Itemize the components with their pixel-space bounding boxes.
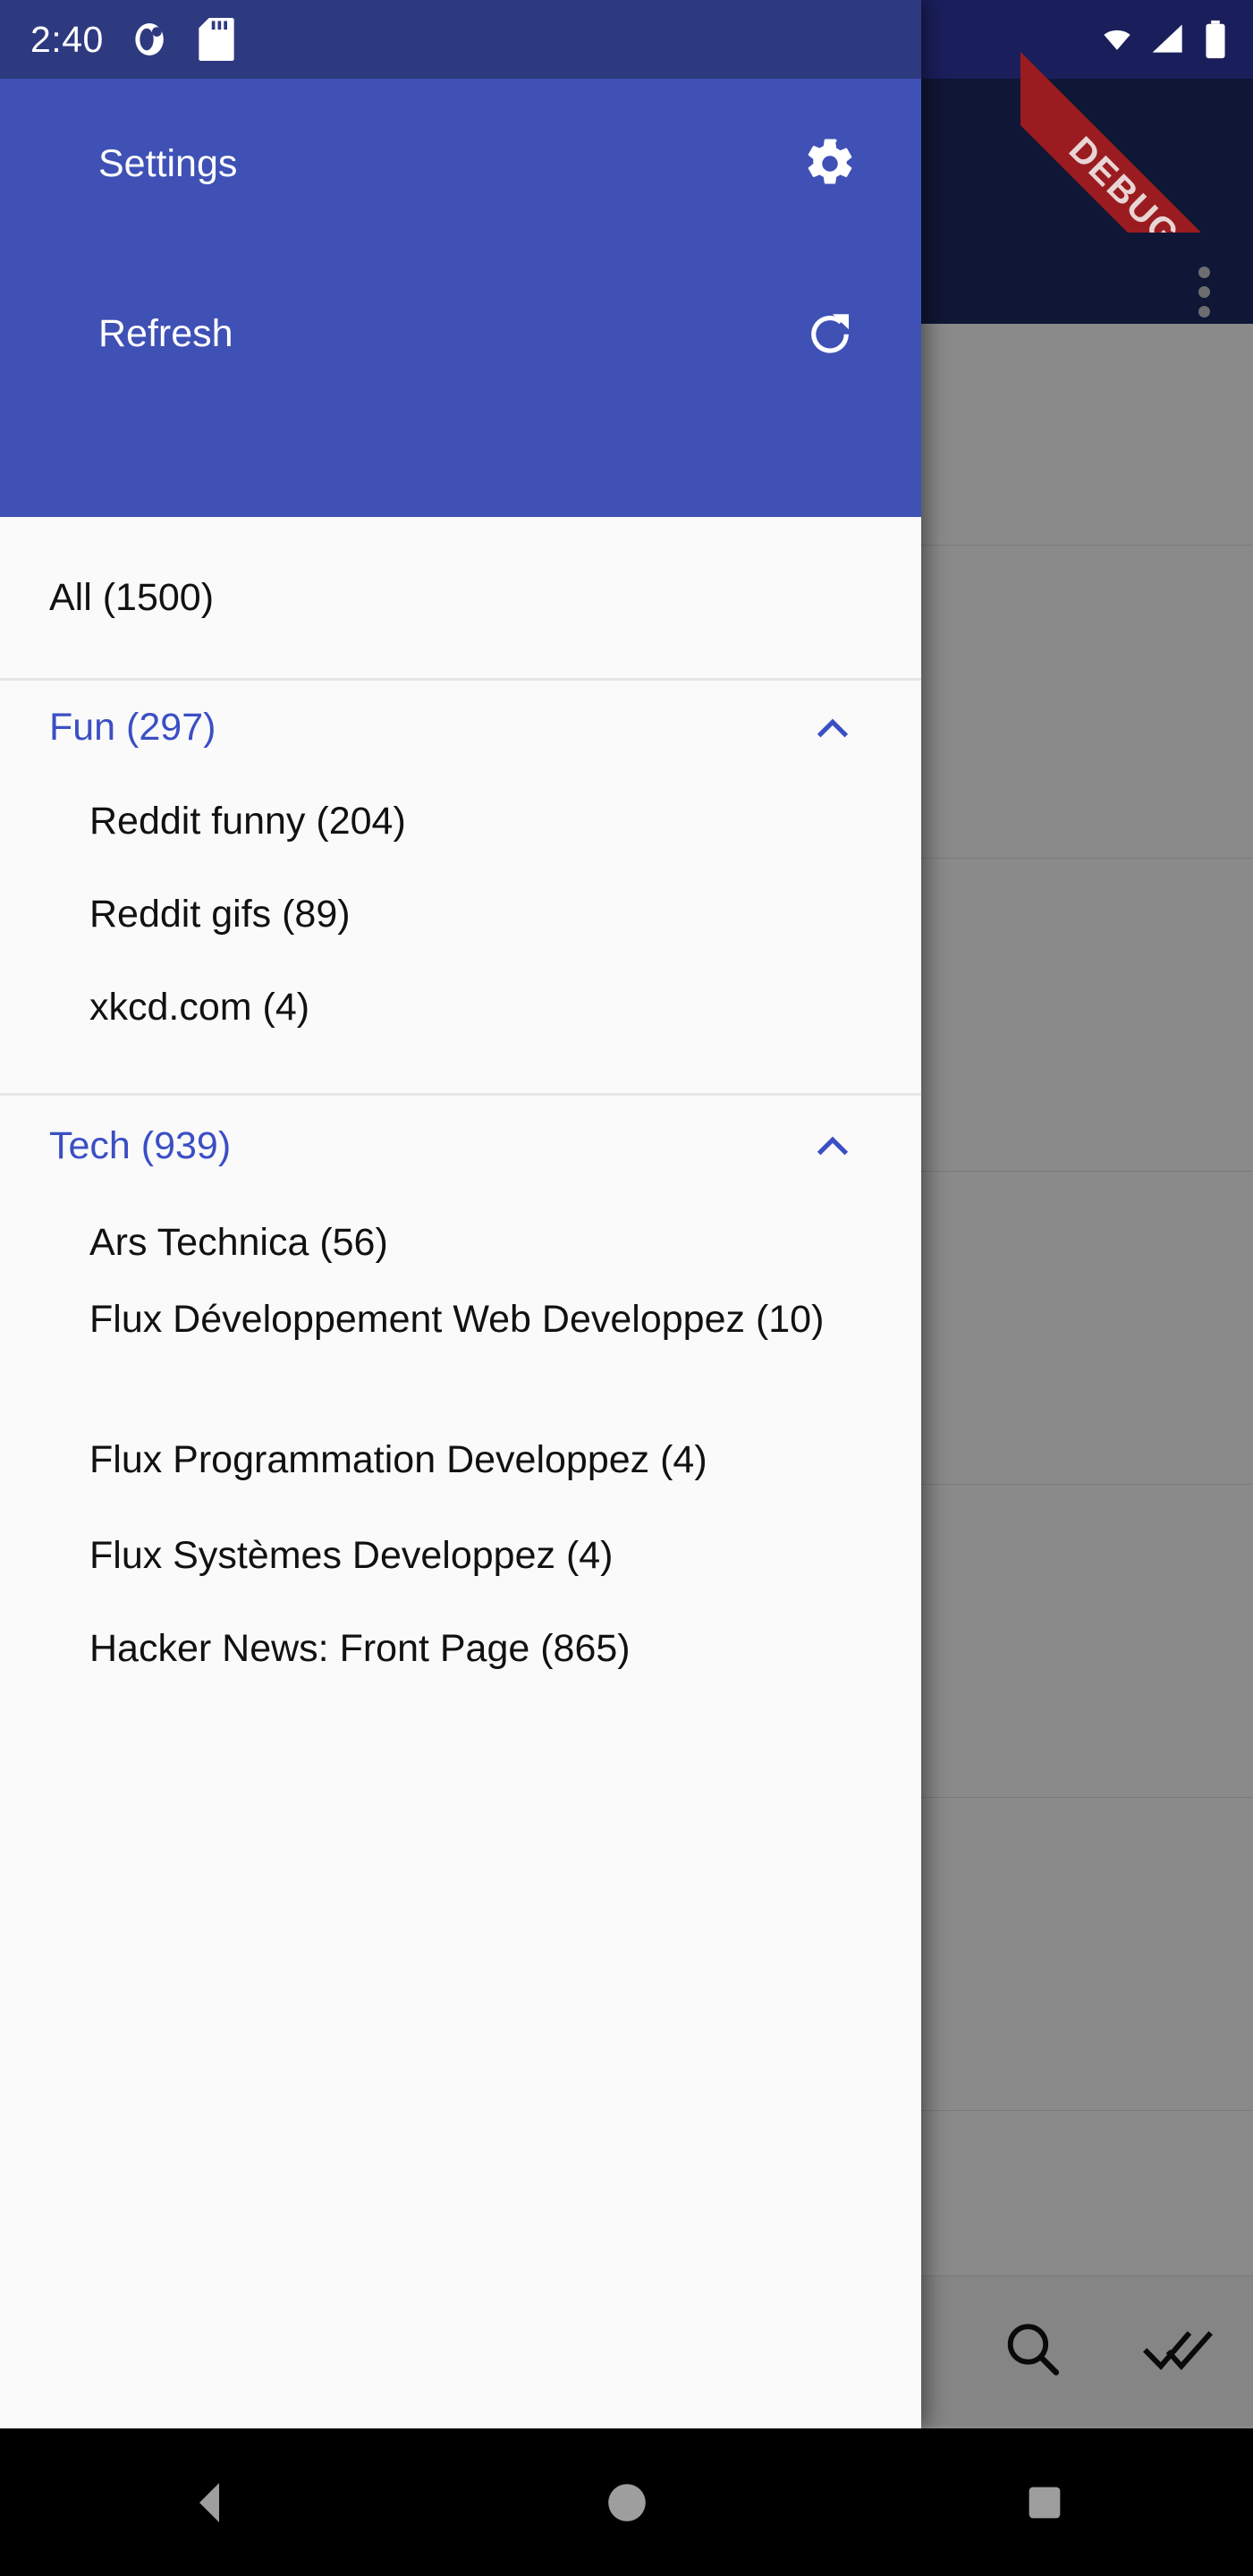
drawer-feed-ars-technica[interactable]: Ars Technica (56) (0, 1196, 921, 1289)
chevron-up-icon[interactable] (809, 1122, 857, 1170)
drawer-spacer (0, 1054, 921, 1093)
drawer-feed-xkcd[interactable]: xkcd.com (4) (0, 961, 921, 1054)
drawer-feed-label: Reddit funny (204) (89, 799, 406, 843)
sd-card-icon (199, 18, 234, 61)
double-check-icon[interactable] (1143, 2313, 1215, 2389)
drawer-group-fun[interactable]: Fun (297) (0, 681, 921, 775)
drawer-header: Settings Refresh (0, 79, 921, 517)
drawer-feed-flux-developpement-web[interactable]: Flux Développement Web Developpez (10) (0, 1289, 921, 1411)
drawer-feed-label: Flux Programmation Developpez (4) (89, 1437, 707, 1481)
drawer-feed-label: Flux Développement Web Developpez (10) (89, 1298, 825, 1341)
drawer-feed-label: Reddit gifs (89) (89, 892, 351, 936)
drawer-group-label: Fun (297) (49, 706, 216, 750)
cellular-signal-icon (1152, 24, 1182, 53)
drawer-feed-label: Ars Technica (56) (89, 1220, 388, 1264)
drawer-feed-label: Flux Systèmes Developpez (4) (89, 1533, 614, 1577)
home-button[interactable] (573, 2449, 681, 2556)
navigation-drawer: 2:40 Settings Refresh All (1500) Fun (29… (0, 0, 921, 2428)
battery-icon (1206, 20, 1225, 59)
status-bar-clock: 2:40 (30, 18, 104, 60)
refresh-icon[interactable] (803, 307, 857, 360)
drawer-feed-label: Hacker News: Front Page (865) (89, 1626, 631, 1670)
drawer-refresh-label: Refresh (98, 311, 233, 355)
search-icon[interactable] (1000, 2316, 1066, 2386)
system-navigation-bar (0, 2428, 1253, 2576)
status-bar-right-icons (1097, 0, 1230, 79)
drawer-status-bar: 2:40 (0, 0, 921, 79)
drawer-group-label: Tech (939) (49, 1123, 232, 1167)
drawer-item-all[interactable]: All (1500) (0, 517, 921, 678)
drawer-feed-flux-programmation[interactable]: Flux Programmation Developpez (4) (0, 1411, 921, 1509)
kebab-menu-icon[interactable] (1198, 267, 1210, 318)
app-notification-icon (135, 22, 164, 56)
drawer-refresh-row[interactable]: Refresh (0, 249, 921, 419)
back-button[interactable] (156, 2449, 263, 2556)
drawer-feed-reddit-funny[interactable]: Reddit funny (204) (0, 775, 921, 868)
drawer-settings-row[interactable]: Settings (0, 79, 921, 249)
drawer-group-tech[interactable]: Tech (939) (0, 1096, 921, 1196)
drawer-item-label: All (1500) (49, 575, 215, 619)
phone-screen: Hornsea 2, ve to a new engineers shuts d… (0, 0, 1253, 2576)
chevron-up-icon[interactable] (809, 704, 857, 752)
drawer-feed-reddit-gifs[interactable]: Reddit gifs (89) (0, 868, 921, 961)
drawer-feed-label: xkcd.com (4) (89, 985, 310, 1029)
drawer-feed-flux-systemes[interactable]: Flux Systèmes Developpez (4) (0, 1509, 921, 1602)
drawer-feed-hacker-news[interactable]: Hacker News: Front Page (865) (0, 1602, 921, 1695)
drawer-feed-list: All (1500) Fun (297) Reddit funny (204) … (0, 517, 921, 2428)
drawer-settings-label: Settings (98, 141, 238, 185)
recents-button[interactable] (991, 2449, 1098, 2556)
wifi-icon (1104, 30, 1130, 50)
gear-icon[interactable] (803, 137, 857, 191)
